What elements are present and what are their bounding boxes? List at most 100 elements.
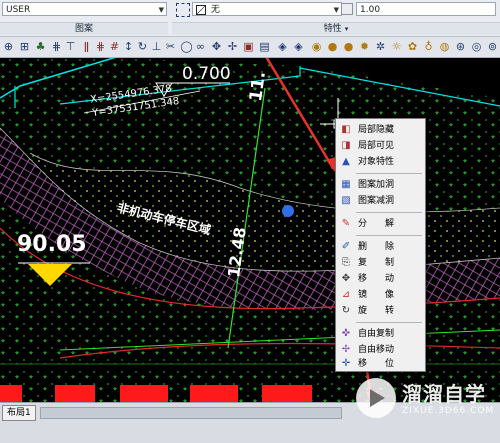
free-move-icon: ✢ [341, 344, 351, 355]
mesh-icon[interactable]: ⊛ [454, 40, 467, 53]
menu-item-label: 对象特性 [358, 157, 395, 167]
stack2-icon[interactable]: ◈ [292, 40, 305, 53]
pattern-icon[interactable]: ⊞ [18, 40, 31, 53]
menu-item-move[interactable]: ✥ 移 动 [336, 271, 425, 287]
menu-item-label: 镜 像 [358, 290, 395, 300]
fill-swatch-icon [196, 4, 206, 15]
menu-separator [356, 173, 422, 174]
menu-item-free-move[interactable]: ✢ 自由移动 [336, 342, 425, 358]
red-block [262, 385, 312, 402]
menu-item-label: 自由移动 [358, 345, 395, 355]
hatch-remove-hole-icon: ▧ [341, 195, 351, 206]
menu-item-local-hide[interactable]: ◧ 局部隐藏 [336, 122, 425, 138]
menu-item-label: 局部隐藏 [358, 125, 395, 135]
circle-icon[interactable]: ◯ [180, 40, 193, 53]
drop-icon[interactable]: ♁ [422, 40, 435, 53]
toolbar: ⊕ ⊞ ♣ ⋕ ⊤ ǁ ⋕ # ↕ ↻ ⊥ ✂ ◯ ∞ ✥ ✢ ▣ ▤ ◈ ◈ … [0, 37, 500, 58]
move-icon: ✥ [341, 273, 351, 284]
more-icon[interactable]: ⊚ [486, 40, 499, 53]
watermark-title: 溜溜自学 [402, 382, 486, 406]
play-logo-icon [356, 378, 396, 418]
label-0700: 0.700 [182, 64, 231, 84]
user-combo-value: USER [6, 5, 31, 15]
elevation-label: 90.05 [17, 232, 87, 257]
red-block [0, 385, 22, 402]
menu-item-hatch-remove-hole[interactable]: ▧ 图案减洞 [336, 193, 425, 209]
menu-item-label: 移 动 [358, 274, 395, 284]
properties-panel-title[interactable]: 特性 ▾ [172, 22, 500, 35]
flower-icon[interactable]: ✿ [406, 40, 419, 53]
context-menu: ◧ 局部隐藏 ◨ 局部可见 ▲ 对象特性 ▦ 图案加洞 ▧ 图案减洞 ✎ 分 解… [335, 118, 426, 372]
menu-item-label: 移 位 [358, 359, 395, 369]
plant-icon[interactable]: ♣ [34, 40, 47, 53]
properties-panel-label: 特性 [323, 24, 342, 34]
explode-icon: ✎ [341, 218, 351, 229]
menu-item-label: 分 解 [358, 219, 395, 229]
scale-field-value: 1.00 [360, 5, 381, 15]
menu-item-label: 复 制 [358, 258, 395, 268]
shift-icon: ✛ [341, 358, 351, 369]
menu-item-rotate[interactable]: ↻ 旋 转 [336, 303, 425, 319]
light-icon[interactable]: ◉ [310, 40, 323, 53]
dim-icon[interactable]: ⊥ [150, 40, 163, 53]
free-copy-icon: ✜ [341, 328, 351, 339]
tab-layout1[interactable]: 布局1 [2, 405, 36, 421]
user-combo[interactable]: USER ▼ [2, 2, 167, 16]
trim-icon[interactable]: ✂ [164, 40, 177, 53]
stack-icon[interactable]: ◈ [276, 40, 289, 53]
link-icon[interactable]: ∞ [194, 40, 207, 53]
menu-item-label: 自由复制 [358, 329, 395, 339]
label-11: 11. [246, 70, 270, 103]
menu-item-mirror[interactable]: ⊿ 镜 像 [336, 287, 425, 303]
hatch-pick-icon[interactable] [176, 3, 190, 17]
scale-icon [341, 3, 353, 15]
menu-item-free-copy[interactable]: ✜ 自由复制 [336, 326, 425, 342]
tree-icon[interactable]: ⊤ [64, 40, 77, 53]
chevron-down-icon: ▾ [344, 25, 349, 33]
hide-icon: ◧ [341, 124, 351, 135]
snap-icon[interactable]: ⊕ [2, 40, 15, 53]
red-block [120, 385, 168, 402]
menu-item-explode[interactable]: ✎ 分 解 [336, 216, 425, 232]
gear-icon[interactable]: ✲ [374, 40, 387, 53]
menu-item-copy[interactable]: ⎘ 复 制 [336, 255, 425, 271]
sun-icon[interactable]: ✹ [358, 40, 371, 53]
watermark: 溜溜自学 ZIXUE.3D66.COM [356, 374, 500, 432]
cross-icon[interactable]: ✢ [226, 40, 239, 53]
menu-item-object-properties[interactable]: ▲ 对象特性 [336, 154, 425, 170]
sun2-icon[interactable]: ☼ [390, 40, 403, 53]
menu-item-label: 局部可见 [358, 141, 395, 151]
fence-icon[interactable]: ǁ [80, 40, 93, 53]
ring-icon[interactable]: ◎ [470, 40, 483, 53]
show-icon: ◨ [341, 140, 351, 151]
menu-item-label: 图案加洞 [358, 180, 395, 190]
layer-icon[interactable]: ▣ [242, 40, 255, 53]
rail-icon[interactable]: ⋕ [94, 40, 107, 53]
menu-item-hatch-add-hole[interactable]: ▦ 图案加洞 [336, 177, 425, 193]
menu-separator [356, 212, 422, 213]
properties-icon: ▲ [342, 156, 350, 167]
watermark-url: ZIXUE.3D66.COM [402, 406, 495, 416]
lamp-icon[interactable]: ◍ [438, 40, 451, 53]
rotate-icon[interactable]: ↻ [136, 40, 149, 53]
bulb2-icon[interactable]: ● [342, 40, 355, 53]
menu-item-label: 删 除 [358, 242, 395, 252]
menu-item-delete[interactable]: ✐ 删 除 [336, 239, 425, 255]
lock-icon[interactable]: ▤ [258, 40, 271, 53]
red-block [55, 385, 95, 402]
move-icon[interactable]: ✥ [210, 40, 223, 53]
grid-icon[interactable]: # [108, 40, 121, 53]
horizontal-scrollbar[interactable] [40, 407, 342, 419]
chevron-down-icon: ▼ [333, 6, 339, 14]
menu-item-shift[interactable]: ✛ 移 位 [336, 358, 425, 370]
arrow-icon[interactable]: ↕ [122, 40, 135, 53]
hatch-icon[interactable]: ⋕ [50, 40, 63, 53]
bulb-icon[interactable]: ● [326, 40, 339, 53]
menu-item-local-show[interactable]: ◨ 局部可见 [336, 138, 425, 154]
chevron-down-icon: ▼ [158, 6, 164, 14]
fill-combo[interactable]: 无 ▼ [192, 2, 342, 16]
fill-combo-value: 无 [210, 5, 220, 15]
scale-field[interactable]: 1.00 [356, 2, 496, 16]
hatch-add-hole-icon: ▦ [341, 179, 351, 190]
menu-item-label: 旋 转 [358, 306, 395, 316]
